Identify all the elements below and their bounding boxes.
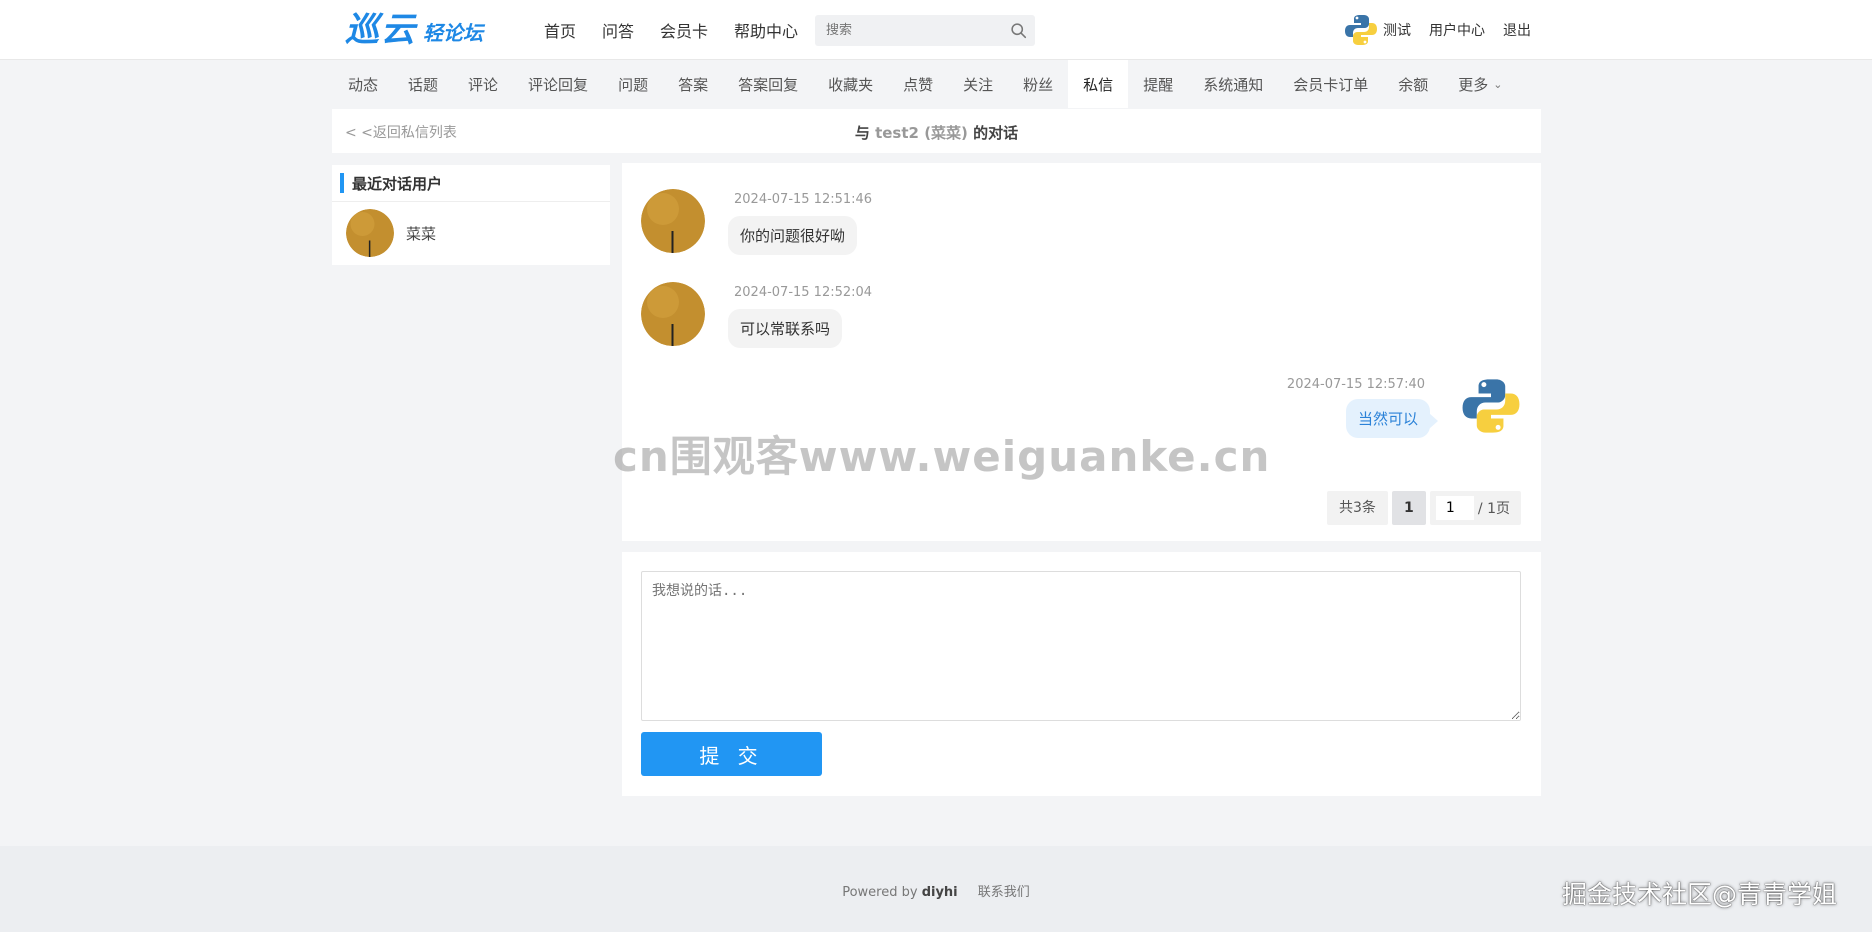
watermark-center: cn围观客www.weiguanke.cn <box>613 432 1271 481</box>
contact-name: 菜菜 <box>406 224 437 243</box>
tab-card-orders[interactable]: 会员卡订单 <box>1278 60 1383 108</box>
tab-more-label: 更多 <box>1458 75 1489 94</box>
user-avatar[interactable] <box>1343 12 1379 48</box>
contact-item[interactable]: 菜菜 <box>332 202 610 264</box>
page-jump: / 1页 <box>1429 491 1521 525</box>
logout-link[interactable]: 退出 <box>1503 20 1531 40</box>
message-bubble: 可以常联系吗 <box>728 309 843 348</box>
watermark-corner: 掘金技术社区@青青学姐 <box>1562 880 1838 909</box>
tab-followers[interactable]: 粉丝 <box>1008 60 1068 108</box>
title-suffix: 的对话 <box>973 124 1019 142</box>
message-bubble: 你的问题很好呦 <box>728 216 858 255</box>
message-time: 2024-07-15 12:57:40 <box>1286 377 1425 392</box>
chevron-down-icon: ⌄ <box>1493 77 1503 91</box>
footer-powered: Powered by <box>842 885 918 900</box>
top-header: 巡云 轻论坛 首页 问答 会员卡 帮助中心 测试 用户中心 退出 <box>0 0 1872 60</box>
nav-home[interactable]: 首页 <box>544 18 576 42</box>
avatar <box>346 209 394 257</box>
pagination: 共3条 1 / 1页 <box>1327 491 1521 525</box>
logo-sub-text: 轻论坛 <box>423 21 483 45</box>
tab-private-messages[interactable]: 私信 <box>1068 60 1129 108</box>
title-prefix: 与 <box>854 124 870 142</box>
tab-balance[interactable]: 余额 <box>1383 60 1443 108</box>
tab-more[interactable]: 更多 ⌄ <box>1443 60 1517 108</box>
avatar[interactable] <box>641 282 705 346</box>
python-logo-icon <box>1459 374 1523 438</box>
submit-button[interactable]: 提 交 <box>641 732 822 776</box>
tab-topics[interactable]: 话题 <box>393 60 453 108</box>
message-textarea[interactable] <box>641 571 1521 721</box>
user-area: 测试 用户中心 退出 <box>1343 0 1549 60</box>
footer-brand: diyhi <box>921 885 958 900</box>
title-username: test2 <box>875 124 919 142</box>
recent-contacts-panel: 最近对话用户 菜菜 <box>332 165 610 265</box>
tab-system-notices[interactable]: 系统通知 <box>1188 60 1278 108</box>
tab-following[interactable]: 关注 <box>948 60 1008 108</box>
avatar[interactable] <box>1459 374 1523 438</box>
site-logo[interactable]: 巡云 轻论坛 <box>345 10 483 50</box>
search-icon[interactable] <box>1010 22 1027 39</box>
tab-comments[interactable]: 评论 <box>453 60 513 108</box>
python-logo-icon <box>1343 12 1379 48</box>
page-count: / 1页 <box>1477 501 1510 517</box>
tab-answer-replies[interactable]: 答案回复 <box>723 60 813 108</box>
contact-us-link[interactable]: 联系我们 <box>978 885 1030 900</box>
nav-qa[interactable]: 问答 <box>602 18 634 42</box>
recent-contacts-title: 最近对话用户 <box>352 174 443 193</box>
user-name-link[interactable]: 测试 <box>1383 20 1411 40</box>
message-panel: 2024-07-15 12:51:46 你的问题很好呦 2024-07-15 1… <box>622 163 1541 541</box>
tab-reminders[interactable]: 提醒 <box>1128 60 1188 108</box>
reply-panel: 提 交 <box>622 552 1541 796</box>
user-center-link[interactable]: 用户中心 <box>1429 20 1485 40</box>
page-jump-input[interactable] <box>1435 496 1474 520</box>
title-nickname: (菜菜) <box>924 124 968 142</box>
search-box <box>815 15 1035 46</box>
avatar-image-icon <box>641 189 705 253</box>
nav-help-center[interactable]: 帮助中心 <box>734 18 798 42</box>
tab-answers[interactable]: 答案 <box>663 60 723 108</box>
message-time: 2024-07-15 12:51:46 <box>734 192 873 207</box>
page-button-current[interactable]: 1 <box>1391 491 1426 525</box>
main-nav: 首页 问答 会员卡 帮助中心 <box>544 0 824 60</box>
conversation-title: 与 test2 (菜菜) 的对话 <box>332 122 1541 143</box>
nav-membership-card[interactable]: 会员卡 <box>660 18 708 42</box>
logo-main-text: 巡云 <box>345 10 417 50</box>
tab-comment-replies[interactable]: 评论回复 <box>513 60 603 108</box>
tab-questions[interactable]: 问题 <box>603 60 663 108</box>
avatar-image-icon <box>346 209 394 257</box>
tab-likes[interactable]: 点赞 <box>888 60 948 108</box>
message-time: 2024-07-15 12:52:04 <box>734 285 873 300</box>
pagination-total: 共3条 <box>1327 491 1388 525</box>
recent-contacts-header: 最近对话用户 <box>332 165 610 202</box>
tab-activity[interactable]: 动态 <box>333 60 393 108</box>
search-input[interactable] <box>815 15 995 46</box>
message-bubble-self: 当然可以 <box>1345 399 1439 438</box>
conversation-titlebar: < <返回私信列表 与 test2 (菜菜) 的对话 <box>332 109 1541 153</box>
user-subnav: 动态 话题 评论 评论回复 问题 答案 答案回复 收藏夹 点赞 关注 粉丝 私信… <box>333 60 1517 108</box>
avatar-image-icon <box>641 282 705 346</box>
avatar[interactable] <box>641 189 705 253</box>
tab-favorites[interactable]: 收藏夹 <box>813 60 888 108</box>
accent-bar <box>340 173 344 193</box>
